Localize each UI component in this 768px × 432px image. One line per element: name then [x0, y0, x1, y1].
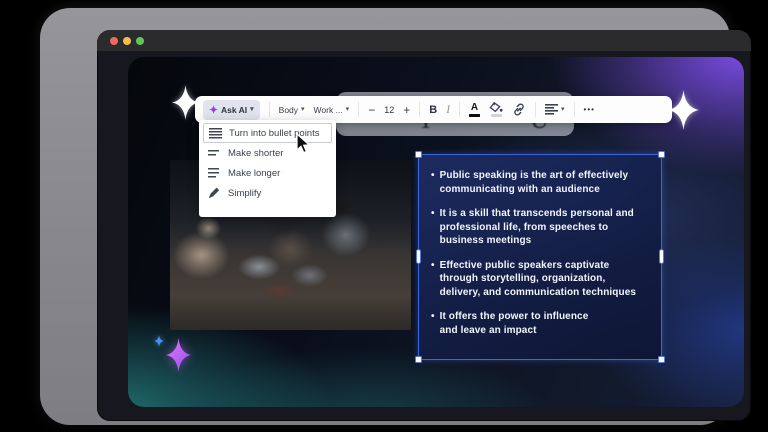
editor-canvas: • Public speaking is the art of effectiv… [128, 57, 744, 407]
text-align-button[interactable]: ▾ [545, 104, 565, 115]
purple-sparkle-icon [166, 338, 191, 372]
menu-item-label: Make shorter [228, 147, 284, 159]
bullet-text-line: It is a skill that transcends personal a… [439, 208, 634, 219]
bullet-list-icon [209, 127, 222, 139]
chevron-down-icon: ▾ [301, 106, 305, 113]
bullet-marker: • [431, 208, 435, 219]
sparkle-icon [668, 90, 699, 130]
text-color-swatch [469, 114, 481, 117]
toolbar-divider [358, 102, 360, 117]
toolbar-divider [419, 102, 421, 117]
pen-icon [208, 187, 221, 199]
screen-background: • Public speaking is the art of effectiv… [0, 0, 768, 432]
ask-ai-button[interactable]: Ask AI ▾ [203, 99, 260, 120]
more-options-button[interactable]: ••• [584, 105, 595, 114]
shorten-lines-icon [208, 149, 221, 157]
bullet-text-line: through storytelling, organization, [439, 273, 606, 284]
resize-handle-mid-right[interactable] [659, 249, 664, 264]
align-left-icon [545, 104, 559, 115]
resize-handle-top-right[interactable] [658, 151, 665, 158]
bullet-marker: • [431, 170, 435, 181]
toolbar-divider [459, 102, 461, 117]
bullet-text-line: Effective public speakers captivate [439, 259, 610, 271]
chevron-down-icon: ▾ [561, 106, 565, 113]
text-style-dropdown[interactable]: Body ▾ [279, 105, 305, 115]
slide-textbox[interactable]: • Public speaking is the art of effectiv… [415, 151, 665, 363]
ask-ai-menu: Turn into bullet points Make shorter Mak… [199, 120, 336, 217]
increase-font-size-button[interactable]: + [403, 104, 410, 116]
resize-handle-top-left[interactable] [415, 151, 422, 158]
mouse-cursor [296, 133, 311, 154]
bullet-marker: • [431, 259, 435, 271]
bullet-text-line: business meetings [439, 235, 532, 246]
device-frame: • Public speaking is the art of effectiv… [40, 8, 751, 425]
font-family-dropdown[interactable]: Work ... ▾ [314, 105, 350, 115]
bullet-text-line: professional life, from speeches to [439, 221, 609, 233]
bullet-list: • Public speaking is the art of effectiv… [431, 169, 655, 348]
font-size-value[interactable]: 12 [384, 105, 394, 115]
chevron-down-icon: ▾ [345, 106, 350, 113]
link-icon [514, 103, 524, 116]
fill-color-swatch [490, 114, 502, 117]
bullet-marker: • [431, 311, 435, 322]
resize-handle-mid-left[interactable] [416, 249, 421, 264]
text-color-button[interactable]: A [469, 101, 481, 117]
resize-handle-bottom-left[interactable] [415, 356, 422, 363]
italic-button[interactable]: I [446, 104, 450, 116]
bullet-text-line: delivery, and communication techniques [439, 286, 637, 298]
app-window: • Public speaking is the art of effectiv… [97, 30, 751, 421]
window-titlebar [97, 30, 751, 51]
lengthen-lines-icon [208, 168, 221, 178]
toolbar-divider [535, 102, 537, 117]
menu-item-make-shorter[interactable]: Make shorter [203, 143, 332, 163]
maximize-window-button[interactable] [136, 36, 144, 45]
list-item: • It offers the power to influence and l… [431, 310, 655, 337]
text-color-glyph: A [470, 101, 479, 113]
text-style-value: Body [278, 104, 299, 115]
bullet-text-line: Public speaking is the art of effectivel… [439, 170, 629, 181]
list-item: • It is a skill that transcends personal… [431, 207, 655, 248]
font-family-value: Work ... [313, 104, 343, 115]
menu-item-make-longer[interactable]: Make longer [203, 163, 332, 183]
bullet-text-line: It offers the power to influence [439, 311, 589, 322]
decrease-font-size-button[interactable]: − [368, 104, 375, 116]
formatting-toolbar: Ask AI ▾ Body ▾ Work ... ▾ − 12 + B I A … [195, 96, 672, 123]
menu-item-simplify[interactable]: Simplify [203, 183, 332, 203]
paint-bucket-icon [489, 102, 503, 113]
menu-item-turn-into-bullet-points[interactable]: Turn into bullet points [203, 123, 332, 143]
menu-item-label: Make longer [228, 167, 281, 179]
list-item: • Public speaking is the art of effectiv… [431, 169, 655, 196]
fill-color-button[interactable] [489, 102, 503, 117]
resize-handle-bottom-right[interactable] [658, 356, 665, 363]
ask-ai-label: Ask AI [221, 104, 248, 115]
close-window-button[interactable] [110, 36, 118, 45]
sparkle-icon [172, 85, 199, 120]
bullet-text-line: and leave an impact [439, 324, 537, 336]
ai-sparkle-icon [209, 105, 218, 114]
small-sparkle-icon [154, 335, 164, 347]
chevron-down-icon: ▾ [250, 106, 254, 113]
toolbar-divider [268, 102, 270, 117]
menu-item-label: Simplify [228, 187, 262, 199]
link-button[interactable] [512, 103, 526, 116]
toolbar-divider [573, 102, 575, 117]
bold-button[interactable]: B [429, 104, 437, 116]
list-item: • Effective public speakers captivate th… [431, 259, 655, 300]
bullet-text-line: communicating with an audience [439, 183, 600, 195]
minimize-window-button[interactable] [123, 36, 131, 45]
